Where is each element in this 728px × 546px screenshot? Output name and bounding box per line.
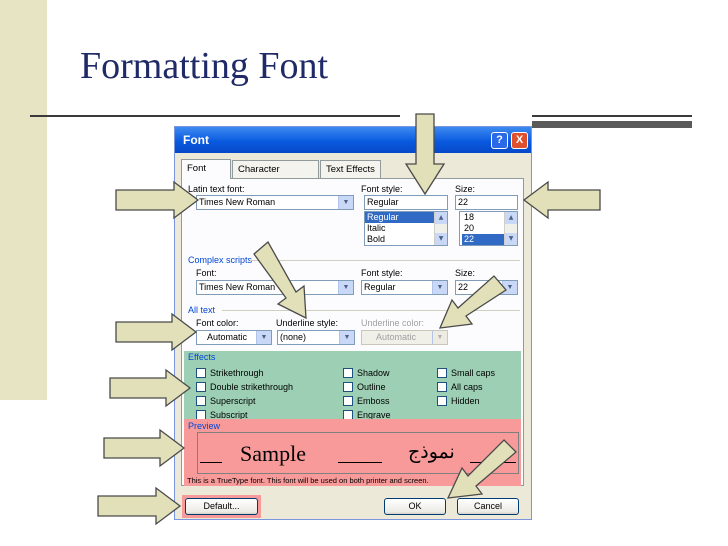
close-button[interactable]: X (511, 132, 528, 149)
default-button[interactable]: Default... (185, 498, 258, 515)
complex-scripts-section: Complex scripts (188, 255, 253, 265)
dialog-title: Font (183, 133, 209, 147)
chevron-down-icon[interactable]: ▼ (432, 281, 447, 294)
latin-font-label: Latin text font: (188, 184, 245, 194)
outline-checkbox[interactable]: Outline (343, 380, 391, 394)
checkbox[interactable] (196, 382, 206, 392)
preview-baseline (200, 462, 222, 463)
shadow-checkbox[interactable]: Shadow (343, 366, 391, 380)
slide-rule (30, 115, 400, 117)
ok-button[interactable]: OK (384, 498, 446, 515)
all-caps-checkbox[interactable]: All caps (437, 380, 495, 394)
checkbox[interactable] (196, 396, 206, 406)
font-color-value: Automatic (207, 332, 248, 342)
slide-deco-bar (532, 121, 692, 128)
latin-font-select[interactable]: Times New Roman ▼ (196, 195, 354, 210)
chevron-down-icon[interactable]: ▼ (502, 281, 517, 294)
arrow-down-icon[interactable]: ▼ (435, 233, 447, 245)
chevron-down-icon[interactable]: ▼ (338, 281, 353, 294)
checkbox[interactable] (343, 396, 353, 406)
arrow-up-icon[interactable]: ▲ (435, 212, 447, 224)
truetype-note: This is a TrueType font. This font will … (187, 476, 429, 485)
complex-style-label: Font style: (361, 268, 403, 278)
complex-size-select[interactable]: 22 ▼ (455, 280, 518, 295)
tab-font[interactable]: Font (181, 159, 231, 179)
latin-style-input[interactable]: Regular (364, 195, 448, 210)
checkbox[interactable] (437, 396, 447, 406)
arrow-down-icon[interactable]: ▼ (505, 233, 517, 245)
arrow-right-icon (97, 486, 182, 526)
double-strikethrough-checkbox[interactable]: Double strikethrough (196, 380, 293, 394)
dialog-titlebar[interactable]: Font ? X (175, 127, 531, 153)
chevron-down-icon[interactable]: ▼ (339, 331, 354, 344)
latin-size-list[interactable]: 18 20 22 ▲ ▼ (459, 211, 518, 246)
scrollbar[interactable]: ▲ ▼ (504, 212, 517, 245)
effects-col-1: Strikethrough Double strikethrough Super… (196, 366, 293, 422)
preview-baseline (470, 462, 516, 463)
help-button[interactable]: ? (491, 132, 508, 149)
effects-section: Effects (188, 352, 216, 362)
all-text-section: All text (188, 305, 216, 315)
superscript-checkbox[interactable]: Superscript (196, 394, 293, 408)
small-caps-checkbox[interactable]: Small caps (437, 366, 495, 380)
latin-style-label: Font style: (361, 184, 403, 194)
effects-col-2: Shadow Outline Emboss Engrave (343, 366, 391, 422)
emboss-checkbox[interactable]: Emboss (343, 394, 391, 408)
divider (222, 310, 520, 311)
checkbox[interactable] (343, 368, 353, 378)
checkbox[interactable] (437, 368, 447, 378)
checkbox[interactable] (196, 368, 206, 378)
latin-style-list[interactable]: Regular Italic Bold ▲ ▼ (364, 211, 448, 246)
preview-sample-arabic: نموذج (408, 441, 455, 463)
underline-color-select: Automatic ▼ (361, 330, 448, 345)
arrow-left-icon (522, 180, 601, 220)
slide-rule-right (532, 115, 692, 117)
font-color-select[interactable]: Automatic ▼ (196, 330, 272, 345)
complex-style-select[interactable]: Regular ▼ (361, 280, 448, 295)
slide-left-bar (0, 0, 47, 400)
underline-color-label: Underline color: (361, 318, 425, 328)
tab-character-spacing[interactable]: Character Spacing (232, 160, 319, 193)
underline-style-select[interactable]: (none) ▼ (277, 330, 355, 345)
latin-size-input[interactable]: 22 (455, 195, 518, 210)
chevron-down-icon[interactable]: ▼ (256, 331, 271, 344)
tab-text-effects[interactable]: Text Effects (320, 160, 381, 178)
complex-font-select[interactable]: Times New Roman ▼ (196, 280, 354, 295)
font-color-label: Font color: (196, 318, 239, 328)
complex-size-value: 22 (458, 282, 469, 292)
latin-font-value: Times New Roman (199, 197, 276, 207)
divider (250, 260, 520, 261)
arrow-right-icon (103, 428, 186, 468)
complex-font-value: Times New Roman (199, 282, 276, 292)
preview-sample-latin: Sample (240, 441, 306, 466)
effects-col-3: Small caps All caps Hidden (437, 366, 495, 408)
underline-style-value: (none) (280, 332, 307, 342)
underline-color-value: Automatic (376, 332, 417, 342)
arrow-up-icon[interactable]: ▲ (505, 212, 517, 224)
preview-section: Preview (188, 421, 221, 431)
complex-style-value: Regular (364, 282, 396, 292)
preview-baseline (338, 462, 382, 463)
scrollbar[interactable]: ▲ ▼ (434, 212, 447, 245)
underline-style-label: Underline style: (276, 318, 339, 328)
strikethrough-checkbox[interactable]: Strikethrough (196, 366, 293, 380)
cancel-button[interactable]: Cancel (457, 498, 519, 515)
chevron-down-icon: ▼ (432, 331, 447, 344)
complex-font-label: Font: (196, 268, 217, 278)
hidden-checkbox[interactable]: Hidden (437, 394, 495, 408)
checkbox[interactable] (343, 382, 353, 392)
checkbox[interactable] (437, 382, 447, 392)
chevron-down-icon[interactable]: ▼ (338, 196, 353, 209)
list-item[interactable]: 22 (462, 234, 508, 245)
latin-size-label: Size: (455, 184, 476, 194)
complex-size-label: Size: (455, 268, 476, 278)
slide-title: Formatting Font (80, 45, 329, 87)
